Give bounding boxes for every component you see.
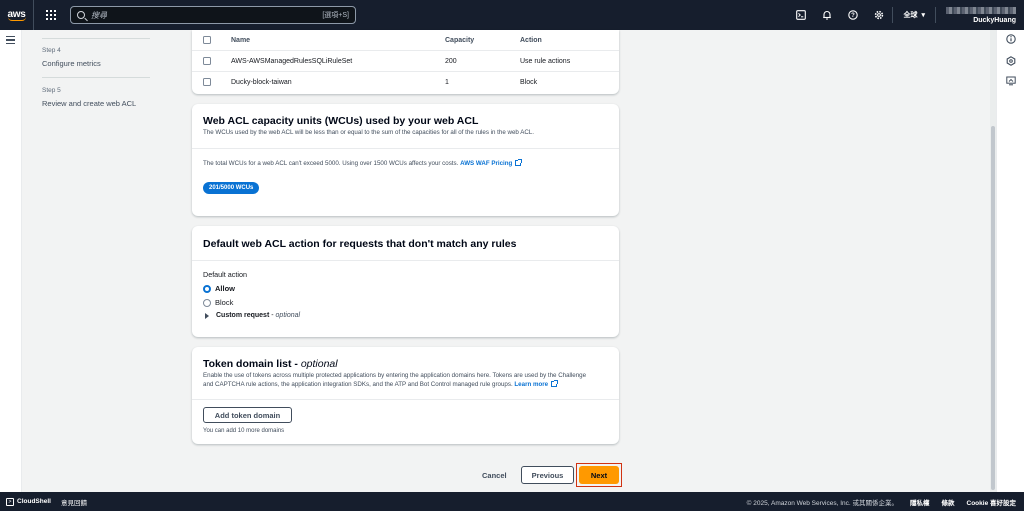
token-domain-panel: Token domain list - optional Enable the … (192, 347, 619, 444)
custom-request-expander[interactable]: Custom request - optional (216, 312, 300, 319)
token-domain-title: Token domain list - optional (203, 358, 338, 370)
table-header: Name Capacity Action (192, 30, 619, 51)
caret-right-icon[interactable] (205, 313, 209, 319)
wcu-note: The total WCUs for a web ACL can't excee… (203, 159, 523, 168)
rule-capacity: 1 (445, 79, 449, 86)
allow-radio[interactable] (203, 285, 211, 293)
token-domain-description-line1: Enable the use of tokens across multiple… (203, 372, 587, 379)
token-domain-description-text: and CAPTCHA rule actions, the applicatio… (203, 381, 513, 388)
previous-button[interactable]: Previous (521, 466, 574, 484)
account-id-redacted (946, 6, 1016, 14)
wcu-note-text: The total WCUs for a web ACL can't excee… (203, 160, 459, 167)
settings-button[interactable] (866, 0, 892, 30)
caret-down-icon: ▾ (921, 12, 925, 19)
top-navigation: aws 搜尋 [選項+S] ? 全球 ▾ DuckyHuang (0, 0, 1024, 30)
search-shortcut: [選項+S] (322, 12, 349, 19)
token-domain-optional: optional (300, 358, 338, 370)
screen-icon (1006, 76, 1016, 86)
block-label[interactable]: Block (215, 298, 233, 307)
block-radio[interactable] (203, 299, 211, 307)
right-rail (996, 30, 1024, 492)
info-button[interactable] (1006, 34, 1016, 44)
default-action-panel: Default web ACL action for requests that… (192, 226, 619, 337)
services-menu-button[interactable] (38, 0, 64, 30)
feedback-link[interactable]: 意見回饋 (61, 497, 87, 507)
rules-table: Name Capacity Action AWS-AWSManagedRules… (192, 30, 619, 94)
bell-icon (823, 11, 832, 20)
rule-name: Ducky-block-taiwan (231, 79, 292, 86)
bottom-bar: > CloudShell 意見回饋 © 2025, Amazon Web Serv… (0, 492, 1024, 511)
table-row: AWS-AWSManagedRulesSQLiRuleSet 200 Use r… (192, 51, 619, 72)
account-username: DuckyHuang (973, 16, 1016, 24)
terminal-icon: > (6, 497, 14, 506)
rule-action: Block (520, 79, 538, 86)
rule-action: Use rule actions (520, 57, 571, 65)
add-token-domain-button[interactable]: Add token domain (203, 407, 292, 423)
cloudshell-button[interactable] (788, 0, 814, 30)
wizard-steps: Step 4 Configure metrics Step 5 Review a… (22, 30, 168, 492)
row-checkbox[interactable] (203, 57, 211, 65)
custom-request-label: Custom request (216, 312, 270, 319)
column-header-name[interactable]: Name (231, 37, 250, 44)
svg-text:?: ? (852, 13, 856, 19)
next-button[interactable]: Next (579, 466, 619, 484)
menu-icon[interactable] (6, 36, 15, 46)
region-selector[interactable]: 全球 ▾ (893, 10, 935, 20)
notifications-button[interactable] (814, 0, 840, 30)
info-icon (1006, 34, 1016, 44)
select-all-checkbox[interactable] (203, 36, 211, 44)
allow-label[interactable]: Allow (215, 284, 235, 293)
cancel-button[interactable]: Cancel (482, 471, 507, 480)
token-domain-title-text: Token domain list (203, 358, 292, 370)
rule-capacity: 200 (445, 57, 457, 65)
related-resources-button[interactable] (1006, 56, 1016, 66)
wcu-title: Web ACL capacity units (WCUs) used by yo… (203, 115, 479, 127)
token-domain-hint: You can add 10 more domains (203, 428, 285, 434)
search-input[interactable]: 搜尋 [選項+S] (70, 6, 356, 24)
help-icon: ? (848, 10, 859, 20)
cloudshell-label: CloudShell (17, 498, 51, 505)
help-button[interactable]: ? (840, 0, 866, 30)
row-checkbox[interactable] (203, 78, 211, 86)
wcu-badge: 201/5000 WCUs (203, 182, 260, 194)
privacy-link[interactable]: 隱私權 (910, 497, 930, 507)
table-row: Ducky-block-taiwan 1 Block (192, 72, 619, 93)
wcu-description: The WCUs used by the web ACL will be les… (203, 129, 534, 136)
custom-request-optional: optional (275, 312, 301, 319)
step-4-label: Step 4 (42, 47, 61, 54)
search-placeholder: 搜尋 (91, 10, 107, 20)
search-icon (77, 11, 85, 19)
gear-icon (875, 10, 884, 20)
grid-icon (46, 10, 56, 20)
step-4-title[interactable]: Configure metrics (42, 59, 101, 68)
left-rail (0, 30, 22, 492)
default-action-label: Default action (203, 270, 247, 279)
feedback-panel-button[interactable] (1006, 76, 1016, 86)
default-action-title: Default web ACL action for requests that… (203, 238, 517, 250)
wcu-panel: Web ACL capacity units (WCUs) used by yo… (192, 104, 619, 216)
token-domain-description-line2: and CAPTCHA rule actions, the applicatio… (203, 380, 559, 389)
step-5-label: Step 5 (42, 87, 61, 94)
waf-pricing-link[interactable]: AWS WAF Pricing (460, 160, 512, 167)
column-header-action[interactable]: Action (520, 37, 542, 44)
main-content: Name Capacity Action AWS-AWSManagedRules… (168, 30, 996, 492)
copyright-text: © 2025, Amazon Web Services, Inc. 或其關係企業… (746, 499, 899, 507)
rule-name: AWS-AWSManagedRulesSQLiRuleSet (231, 57, 353, 65)
column-header-capacity[interactable]: Capacity (445, 37, 474, 44)
region-label: 全球 (903, 12, 918, 19)
external-link-icon (515, 159, 523, 166)
learn-more-link[interactable]: Learn more (514, 381, 548, 388)
cookie-preferences-link[interactable]: Cookie 喜好設定 (967, 497, 1016, 507)
step-5-title[interactable]: Review and create web ACL (42, 99, 136, 108)
terminal-icon (796, 10, 807, 20)
external-link-icon (551, 380, 559, 387)
account-menu[interactable]: DuckyHuang (936, 0, 1024, 30)
hexagon-icon (1006, 56, 1016, 66)
scrollbar-thumb[interactable] (991, 126, 995, 490)
aws-logo[interactable]: aws (0, 0, 34, 30)
terms-link[interactable]: 條款 (942, 497, 955, 507)
cloudshell-footer-button[interactable]: > CloudShell (6, 497, 51, 506)
